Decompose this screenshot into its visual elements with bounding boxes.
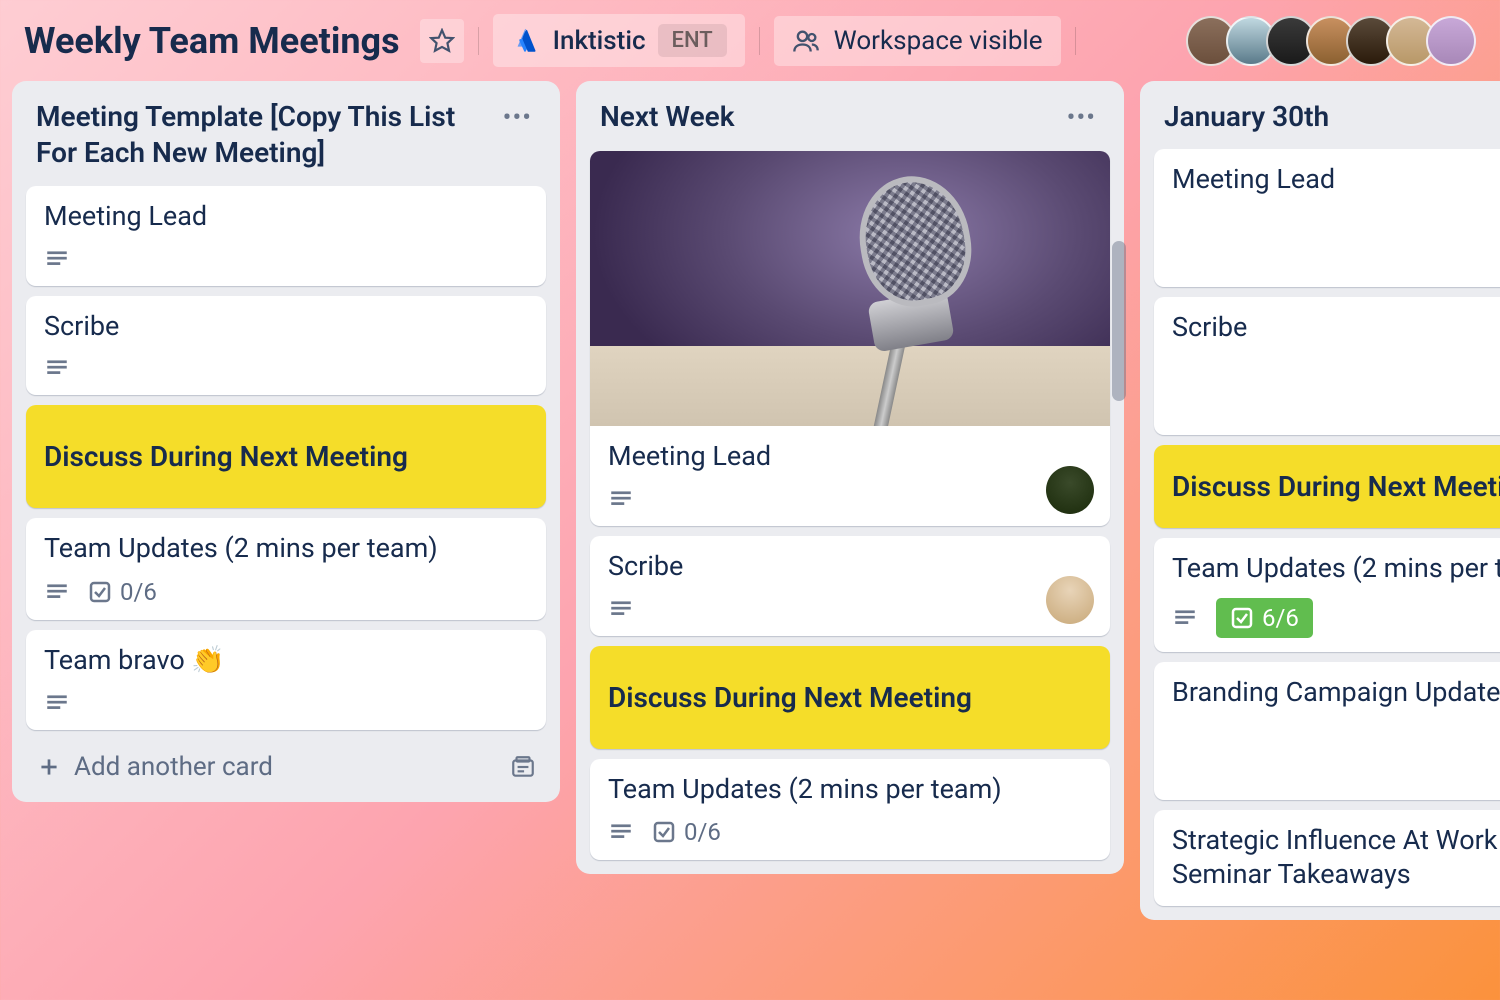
board-title[interactable]: Weekly Team Meetings: [24, 20, 400, 62]
card-member-avatar[interactable]: [1046, 466, 1094, 514]
board-header: Weekly Team Meetings Inktistic ENT Works…: [0, 0, 1500, 81]
workspace-plan-badge: ENT: [658, 24, 727, 57]
list-scrollbar[interactable]: [1112, 241, 1126, 841]
list-footer: Add another card: [26, 740, 546, 788]
visibility-label: Workspace visible: [834, 26, 1043, 56]
card[interactable]: Team Updates (2 mins per team) 0/6: [26, 518, 546, 620]
card-separator[interactable]: Discuss During Next Meeting: [1154, 445, 1500, 528]
divider: [478, 27, 479, 55]
plus-icon: [36, 754, 62, 780]
member-avatar[interactable]: [1426, 16, 1476, 66]
description-icon: [608, 819, 634, 845]
card-badges: 0/6: [608, 818, 1092, 846]
list-header: Meeting Template [Copy This List For Eac…: [26, 95, 546, 186]
card[interactable]: Meeting Lead: [590, 151, 1110, 526]
card-template-button[interactable]: [510, 754, 536, 780]
card-title: Team bravo 👏: [44, 644, 528, 678]
checklist-badge-complete: 6/6: [1216, 598, 1313, 638]
checklist-icon: [88, 580, 112, 604]
card-badges: [44, 355, 528, 381]
scrollbar-thumb[interactable]: [1112, 241, 1126, 401]
card[interactable]: Team Updates (2 mins per team) 6/6: [1154, 538, 1500, 652]
card[interactable]: Team Updates (2 mins per team) 0/6: [590, 759, 1110, 861]
description-icon: [1172, 605, 1198, 631]
list-menu-button[interactable]: •••: [1063, 99, 1100, 137]
description-icon: [44, 355, 70, 381]
description-icon: [44, 579, 70, 605]
card-badges: 0/6: [44, 578, 528, 606]
card[interactable]: Branding Campaign Update: [1154, 662, 1500, 800]
list-january-30[interactable]: January 30th Meeting Lead Scribe Discuss…: [1140, 81, 1500, 920]
checklist-badge: 0/6: [652, 818, 721, 846]
divider: [759, 27, 760, 55]
card-title: Team Updates (2 mins per team): [44, 532, 528, 566]
card-badges: [44, 246, 528, 272]
star-button[interactable]: [420, 19, 464, 63]
card-title: Meeting Lead: [44, 200, 528, 234]
description-icon: [44, 246, 70, 272]
card-title: Meeting Lead: [608, 440, 1092, 474]
card[interactable]: Scribe: [26, 296, 546, 396]
star-icon: [429, 28, 455, 54]
list-title[interactable]: January 30th: [1164, 99, 1329, 135]
card[interactable]: Strategic Influence At Work Training Sem…: [1154, 810, 1500, 906]
people-icon: [792, 27, 820, 55]
card[interactable]: Scribe: [590, 536, 1110, 636]
description-icon: [44, 690, 70, 716]
card-badges: [608, 486, 1092, 512]
list-header: Next Week •••: [590, 95, 1110, 151]
board-canvas[interactable]: Meeting Template [Copy This List For Eac…: [0, 81, 1500, 920]
template-icon: [510, 754, 536, 780]
card-title: Team Updates (2 mins per team): [1172, 552, 1500, 586]
card-cover-image: [590, 151, 1110, 426]
card-title: Discuss During Next Meeting: [44, 439, 528, 474]
checklist-icon: [1230, 606, 1254, 630]
description-icon: [608, 596, 634, 622]
card-title: Scribe: [1172, 311, 1500, 345]
card-badges: [608, 596, 1092, 622]
description-icon: [608, 486, 634, 512]
board-members[interactable]: [1196, 16, 1476, 66]
list-header: January 30th: [1154, 95, 1500, 149]
list-menu-button[interactable]: •••: [499, 99, 536, 137]
workspace-switcher[interactable]: Inktistic ENT: [493, 14, 745, 67]
list-title[interactable]: Meeting Template [Copy This List For Eac…: [36, 99, 476, 172]
list-next-week[interactable]: Next Week ••• Meeting Lead Scribe: [576, 81, 1124, 874]
card[interactable]: Team bravo 👏: [26, 630, 546, 730]
card-separator[interactable]: Discuss During Next Meeting: [590, 646, 1110, 749]
add-card-label: Add another card: [74, 752, 273, 782]
card-separator[interactable]: Discuss During Next Meeting: [26, 405, 546, 508]
list-meeting-template[interactable]: Meeting Template [Copy This List For Eac…: [12, 81, 560, 802]
card-title: Scribe: [44, 310, 528, 344]
card-title: Team Updates (2 mins per team): [608, 773, 1092, 807]
card-member-avatar[interactable]: [1046, 576, 1094, 624]
card[interactable]: Meeting Lead: [1154, 149, 1500, 287]
checklist-count: 0/6: [684, 818, 721, 846]
atlassian-icon: [511, 26, 541, 56]
card[interactable]: Scribe: [1154, 297, 1500, 435]
divider: [1075, 27, 1076, 55]
add-card-button[interactable]: Add another card: [36, 752, 273, 782]
card-badges: [44, 690, 528, 716]
workspace-name: Inktistic: [553, 26, 646, 56]
card-title: Discuss During Next Meeting: [1172, 469, 1500, 504]
checklist-badge: 0/6: [88, 578, 157, 606]
list-title[interactable]: Next Week: [600, 99, 734, 135]
visibility-button[interactable]: Workspace visible: [774, 16, 1061, 66]
card-badges: 6/6: [1172, 598, 1500, 638]
card-title: Branding Campaign Update: [1172, 676, 1500, 710]
card-title: Meeting Lead: [1172, 163, 1500, 197]
card-title: Discuss During Next Meeting: [608, 680, 1092, 715]
checklist-count: 6/6: [1262, 604, 1299, 632]
checklist-count: 0/6: [120, 578, 157, 606]
checklist-icon: [652, 820, 676, 844]
card-title: Strategic Influence At Work Training Sem…: [1172, 824, 1500, 892]
card[interactable]: Meeting Lead: [26, 186, 546, 286]
card-title: Scribe: [608, 550, 1092, 584]
